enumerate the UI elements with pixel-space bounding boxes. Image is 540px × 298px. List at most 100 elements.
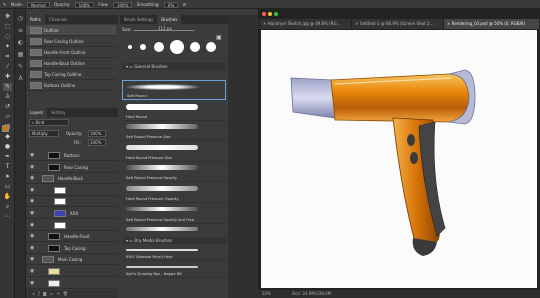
layer-fill-field[interactable]: 100% <box>88 139 106 146</box>
crop-tool-icon[interactable]: ⌗ <box>3 53 12 61</box>
stamp-tool-icon[interactable]: ♙ <box>3 93 12 101</box>
brush-tip[interactable] <box>190 42 200 52</box>
brush-group-dry-media[interactable]: ▾ ▭ Dry Media Brushes <box>122 237 226 244</box>
tab-layers[interactable]: Layers <box>26 108 48 117</box>
swatches-panel-icon[interactable]: ▦ <box>17 51 24 58</box>
brush-preset-row[interactable]: Soft Round Pressure Opacity <box>122 162 226 183</box>
layer-row[interactable]: ◉ Handle-Front <box>26 231 118 243</box>
layer-row[interactable]: ◉ <box>26 196 118 208</box>
layer-row[interactable]: ◉ XXX <box>26 208 118 219</box>
tab-hairdryer-sketch[interactable]: × Hairdryer Sketch.jpg @ 49.8% (RG... <box>260 19 352 29</box>
hand-tool-icon[interactable]: ✋ <box>3 193 12 201</box>
flow-field[interactable]: 100% <box>112 2 133 8</box>
close-icon[interactable]: × <box>263 21 266 26</box>
brush-preset-row[interactable]: KYLE Ultimate Pencil Hard <box>122 245 226 261</box>
history-panel-icon[interactable]: ◷ <box>17 15 24 22</box>
gear-icon[interactable]: ⚙ <box>183 2 187 7</box>
brush-preset-row[interactable]: Soft Round <box>122 80 226 100</box>
visibility-eye-icon[interactable]: ◉ <box>30 243 34 254</box>
visibility-eye-icon[interactable]: ◉ <box>30 185 34 196</box>
lasso-tool-icon[interactable]: ◌ <box>3 33 12 41</box>
tab-history[interactable]: History <box>47 108 69 117</box>
path-row[interactable]: Buttons Outline <box>26 80 116 91</box>
brush-panel-icon[interactable]: ✎ <box>17 63 24 70</box>
brush-tool-icon[interactable]: ✎ <box>3 83 12 91</box>
tab-paths[interactable]: Paths <box>26 15 45 24</box>
minimize-window-button[interactable] <box>268 12 272 16</box>
layer-row[interactable]: ◉ Handle-Back <box>26 173 118 185</box>
brush-preset-row[interactable]: Soft Round Pressure Size <box>122 121 226 142</box>
visibility-eye-icon[interactable]: ◉ <box>30 266 34 277</box>
path-row[interactable]: Handle-Back Outline <box>26 58 116 69</box>
visibility-eye-icon[interactable]: ◉ <box>30 220 34 231</box>
visibility-eye-icon[interactable]: ◉ <box>30 150 34 161</box>
brush-tip[interactable] <box>170 40 184 54</box>
close-icon[interactable]: × <box>355 21 358 26</box>
mask-icon[interactable]: ◙ <box>43 291 50 296</box>
path-row[interactable]: Top Casing Outline <box>26 69 116 80</box>
layer-row[interactable]: ◉ Top Casing <box>26 243 118 254</box>
blur-tool-icon[interactable]: ◆ <box>3 133 12 141</box>
shape-tool-icon[interactable]: ▭ <box>3 183 12 191</box>
zoom-level[interactable]: 50% <box>262 291 271 296</box>
layer-row[interactable]: ◉ Main Casing <box>26 254 118 266</box>
layer-row[interactable]: ◉ <box>26 278 118 289</box>
layer-filter-dropdown[interactable]: ⌕ Kind <box>29 119 69 126</box>
adjustments-panel-icon[interactable]: ◐ <box>17 39 24 46</box>
brush-tip[interactable] <box>154 42 164 52</box>
layer-row[interactable]: ◉ Buttons <box>26 150 118 161</box>
maximize-window-button[interactable] <box>274 12 278 16</box>
marquee-tool-icon[interactable]: ⬚ <box>3 23 12 31</box>
brush-tip[interactable] <box>140 44 146 50</box>
brush-tool-icon[interactable]: ✎ <box>3 2 6 7</box>
visibility-eye-icon[interactable]: ◉ <box>30 254 34 265</box>
path-select-tool-icon[interactable]: ➤ <box>3 173 12 181</box>
close-window-button[interactable] <box>262 12 266 16</box>
dodge-tool-icon[interactable]: ● <box>3 143 12 151</box>
zoom-tool-icon[interactable]: ⌕ <box>3 203 12 211</box>
pen-tool-icon[interactable]: ✒ <box>3 153 12 161</box>
trash-icon[interactable]: 🗑 <box>63 291 71 296</box>
path-row[interactable]: Rear-Casing Outline <box>26 36 116 47</box>
layer-opacity-field[interactable]: 100% <box>88 130 106 137</box>
brush-preset-row[interactable]: Hard Round <box>122 101 226 121</box>
visibility-eye-icon[interactable]: ◉ <box>30 208 34 219</box>
tab-rendering-03[interactable]: × Rendering_03.psd @ 50% (0, RGB/8) <box>444 19 540 29</box>
brush-group-general[interactable]: ▾ ▭ General Brushes <box>122 63 226 70</box>
canvas[interactable] <box>261 30 537 288</box>
brush-preset-row[interactable]: Soft Round Pressure Opacity and Flow <box>122 204 226 224</box>
visibility-eye-icon[interactable]: ◉ <box>30 173 34 184</box>
blend-mode-dropdown[interactable]: Multiply <box>29 130 59 137</box>
brush-preset-row[interactable]: Hard Round Pressure Size <box>122 142 226 162</box>
visibility-eye-icon[interactable]: ◉ <box>30 231 34 242</box>
brush-tip[interactable] <box>128 45 132 49</box>
history-brush-tool-icon[interactable]: ↺ <box>3 103 12 111</box>
foreground-color-swatch[interactable] <box>2 125 9 132</box>
tab-brushes[interactable]: Brushes <box>157 15 182 24</box>
properties-panel-icon[interactable]: ≡ <box>17 27 24 34</box>
eyedropper-tool-icon[interactable]: ⁄ <box>3 63 12 71</box>
tab-untitled-1[interactable]: × Untitled-1 @ 66.9% (Screen Shot 2... <box>352 19 444 29</box>
tab-channels[interactable]: Channels <box>45 15 72 24</box>
move-tool-icon[interactable]: ✥ <box>3 13 12 21</box>
layer-row[interactable]: ◉ <box>26 220 118 231</box>
layer-row[interactable]: ◉ Rear Casing <box>26 162 118 173</box>
type-tool-icon[interactable]: T <box>3 163 12 171</box>
close-icon[interactable]: × <box>447 21 450 26</box>
path-row[interactable]: Outline <box>26 25 116 36</box>
healing-tool-icon[interactable]: ✚ <box>3 73 12 81</box>
layer-row[interactable]: ◉ <box>26 266 118 277</box>
visibility-eye-icon[interactable]: ◉ <box>30 162 34 173</box>
visibility-eye-icon[interactable]: ◉ <box>30 278 34 289</box>
path-row[interactable]: Handle-Front Outline <box>26 47 116 58</box>
brush-tip[interactable] <box>206 42 216 52</box>
brush-preset-row[interactable]: Hard Round Pressure Opacity <box>122 183 226 203</box>
character-panel-icon[interactable]: A <box>17 75 24 82</box>
smoothing-field[interactable]: 0% <box>163 2 179 8</box>
mode-dropdown[interactable]: Normal <box>27 2 50 8</box>
eraser-tool-icon[interactable]: ▱ <box>3 113 12 121</box>
more-tools-icon[interactable]: ⋯ <box>3 213 12 221</box>
quick-select-tool-icon[interactable]: ✦ <box>3 43 12 51</box>
brush-preset-row[interactable]: Kyle's Drawing Box - Nappa HB <box>122 262 226 278</box>
layer-row[interactable]: ◉ <box>26 185 118 196</box>
